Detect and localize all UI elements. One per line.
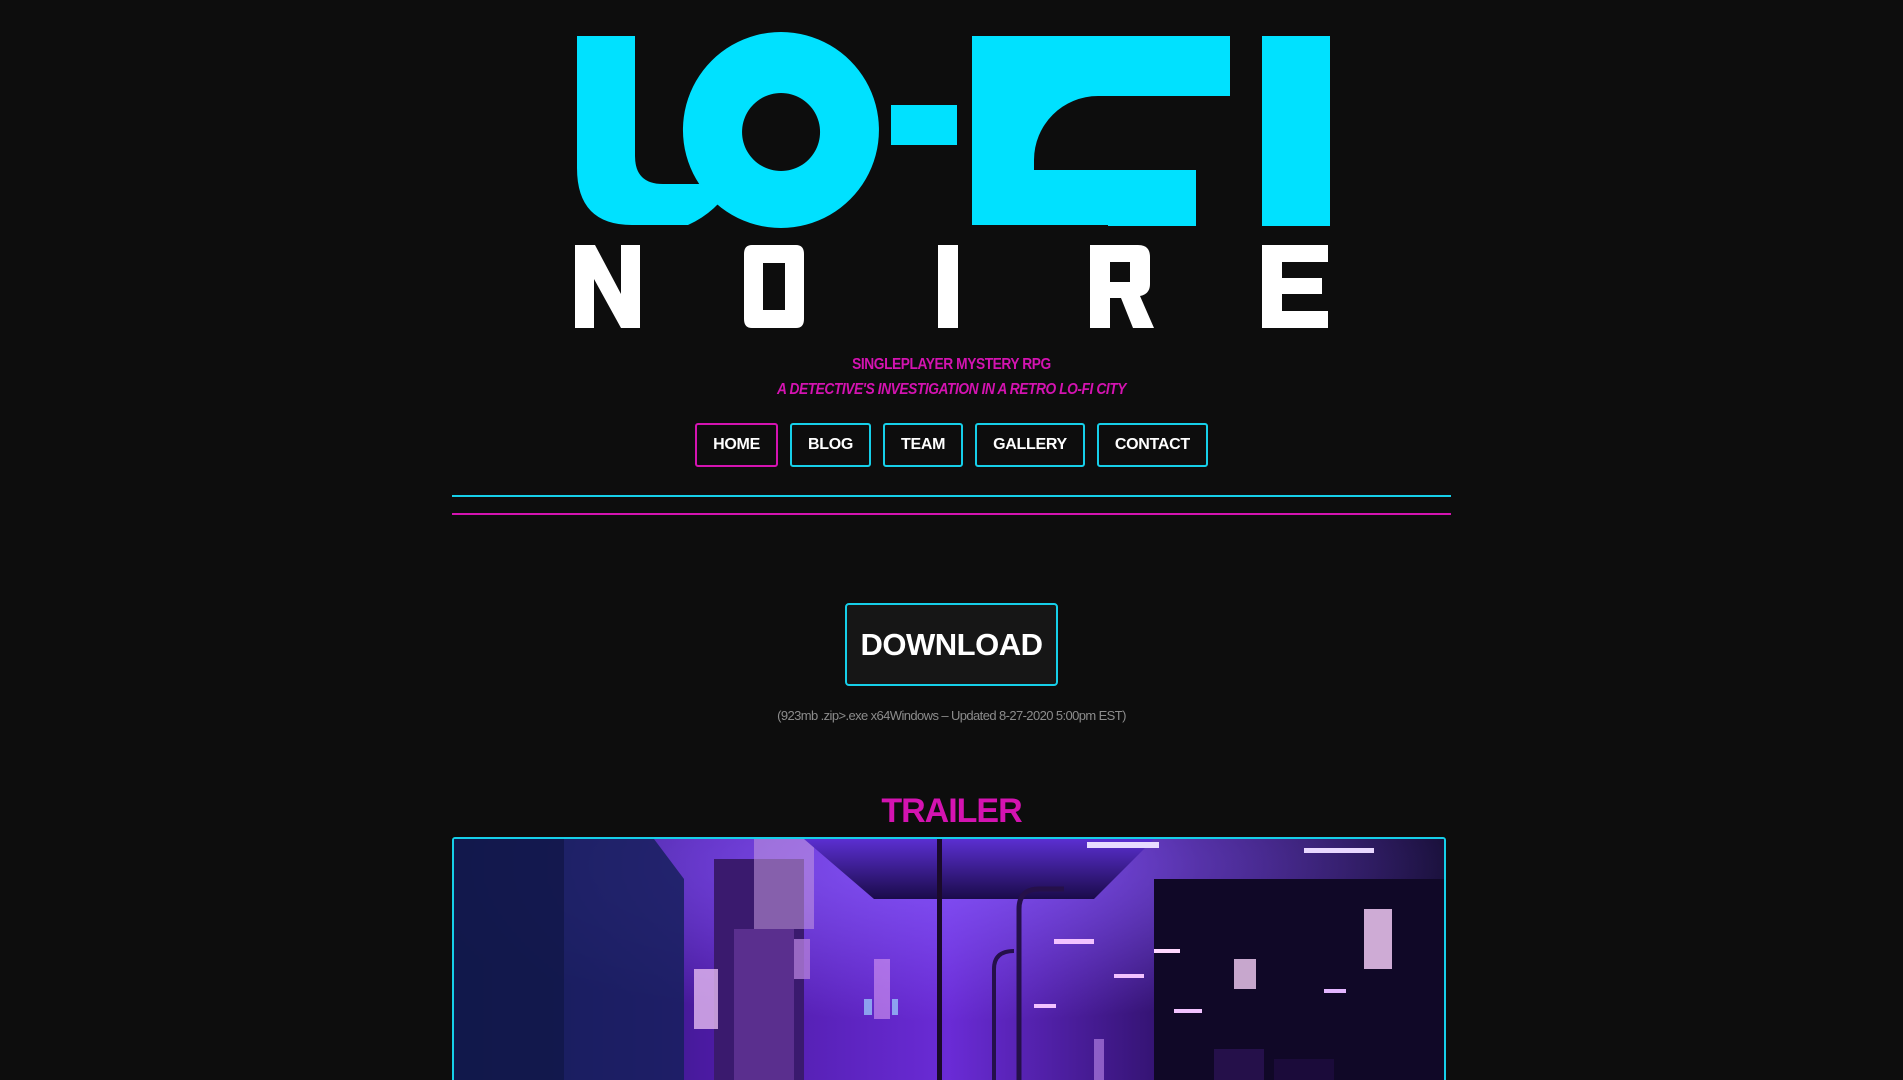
download-button[interactable]: DOWNLOAD bbox=[845, 603, 1058, 686]
nav-team-button[interactable]: TEAM bbox=[883, 423, 964, 467]
trailer-preview-image bbox=[454, 839, 1444, 1080]
nav-blog-button[interactable]: BLOG bbox=[789, 423, 871, 467]
tagline-genre: SINGLEPLAYER MYSTERY RPG bbox=[852, 356, 1051, 373]
logo-noire-wordmark bbox=[575, 245, 1328, 328]
nav-home-button[interactable]: HOME bbox=[695, 423, 778, 467]
tagline-description: A DETECTIVE'S INVESTIGATION IN A RETRO L… bbox=[777, 381, 1126, 398]
divider-magenta bbox=[452, 513, 1451, 515]
trailer-video[interactable] bbox=[452, 837, 1446, 1080]
page: SINGLEPLAYER MYSTERY RPG A DETECTIVE'S I… bbox=[0, 0, 1903, 1080]
logo-lofi-wordmark bbox=[577, 32, 1330, 228]
divider-cyan bbox=[452, 495, 1451, 497]
main-nav: HOME BLOG TEAM GALLERY CONTACT bbox=[0, 423, 1903, 467]
download-info: (923mb .zip>.exe x64Windows – Updated 8-… bbox=[777, 708, 1126, 723]
nav-gallery-button[interactable]: GALLERY bbox=[975, 423, 1085, 467]
nav-contact-button[interactable]: CONTACT bbox=[1096, 423, 1208, 467]
trailer-heading: TRAILER bbox=[881, 792, 1022, 830]
logo-graphic bbox=[575, 32, 1330, 328]
site-logo[interactable] bbox=[570, 26, 1330, 336]
